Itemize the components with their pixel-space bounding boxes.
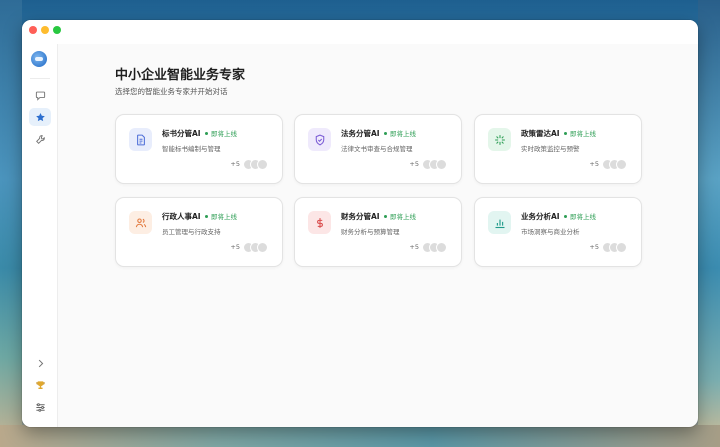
main-content: 中小企业智能业务专家 选择您的智能业务专家并开始对话 标书分管AI 即将上线 智… [59,44,698,427]
expert-card-finance[interactable]: 财务分管AI 即将上线 财务分析与预算管理 +5 [294,197,462,267]
expert-card-business[interactable]: 业务分析AI 即将上线 市场洞察与商业分析 +5 [474,197,642,267]
avatar [436,159,447,170]
status-badge: 即将上线 [564,211,596,221]
member-count: +5 [409,160,419,168]
dollar-icon [316,217,323,228]
sidebar-divider [30,78,50,79]
member-count: +5 [230,160,240,168]
expert-card-hr[interactable]: 行政人事AI 即将上线 员工管理与行政支持 +5 [115,197,283,267]
sparkle-icon [494,134,505,145]
app-window: 中小企业智能业务专家 选择您的智能业务专家并开始对话 标书分管AI 即将上线 智… [22,20,698,427]
card-title: 财务分管AI [341,212,380,221]
card-title: 政策雷达AI [521,129,560,138]
sidebar-expand-button[interactable] [29,354,51,372]
trophy-icon [35,380,45,389]
card-icon-bg [488,211,511,234]
card-icon-bg [488,128,511,151]
card-title: 行政人事AI [162,212,201,221]
avatar [257,159,268,170]
chevron-right-icon [38,359,43,367]
status-badge: 即将上线 [564,128,596,138]
window-maximize-button[interactable] [53,26,61,34]
wrench-icon [35,134,45,144]
app-logo [31,51,47,67]
avatar-group [243,242,269,253]
card-icon-bg [129,211,152,234]
member-count: +5 [409,243,419,251]
sidebar-item-settings[interactable] [29,398,51,416]
card-description: 法律文书审查与合规管理 [341,145,413,153]
avatar [257,242,268,253]
window-minimize-button[interactable] [41,26,49,34]
document-icon [136,134,145,145]
avatar-group [243,159,269,170]
page-title: 中小企业智能业务专家 [115,68,246,83]
card-icon-bg [308,211,331,234]
avatar [436,242,447,253]
bar-chart-icon [495,219,504,228]
star-icon [35,112,45,121]
sidebar-item-favorites[interactable] [29,108,51,126]
sidebar [22,44,58,427]
member-count: +5 [589,243,599,251]
desktop-wallpaper-bottom [0,425,720,447]
card-title: 标书分管AI [162,129,201,138]
avatar [616,159,627,170]
card-description: 市场洞察与商业分析 [521,228,580,236]
sidebar-item-trophy[interactable] [29,376,51,394]
desktop-wallpaper-left [0,0,22,447]
card-title: 法务分管AI [341,129,380,138]
card-description: 财务分析与预算管理 [341,228,400,236]
member-count: +5 [589,160,599,168]
title-bar [22,20,698,44]
avatar-group [602,242,628,253]
card-icon-bg [308,128,331,151]
card-description: 员工管理与行政支持 [162,228,221,236]
page-subtitle: 选择您的智能业务专家并开始对话 [115,87,228,96]
sidebar-item-tools[interactable] [29,130,51,148]
shield-check-icon [315,134,324,145]
avatar-group [422,242,448,253]
avatar-group [422,159,448,170]
card-description: 实时政策监控与预警 [521,145,580,153]
avatar [616,242,627,253]
expert-card-policy[interactable]: 政策雷达AI 即将上线 实时政策监控与预警 +5 [474,114,642,184]
status-badge: 即将上线 [205,128,237,138]
chat-bubble-icon [35,91,45,101]
sliders-icon [35,402,45,412]
status-badge: 即将上线 [205,211,237,221]
avatar-group [602,159,628,170]
card-description: 智能标书编制与管理 [162,145,221,153]
users-icon [135,218,146,227]
sidebar-item-chat[interactable] [29,86,51,104]
desktop-wallpaper-right [698,0,720,447]
card-icon-bg [129,128,152,151]
status-badge: 即将上线 [384,211,416,221]
card-title: 业务分析AI [521,212,560,221]
window-close-button[interactable] [29,26,37,34]
status-badge: 即将上线 [384,128,416,138]
expert-card-legal[interactable]: 法务分管AI 即将上线 法律文书审查与合规管理 +5 [294,114,462,184]
expert-card-bid[interactable]: 标书分管AI 即将上线 智能标书编制与管理 +5 [115,114,283,184]
member-count: +5 [230,243,240,251]
